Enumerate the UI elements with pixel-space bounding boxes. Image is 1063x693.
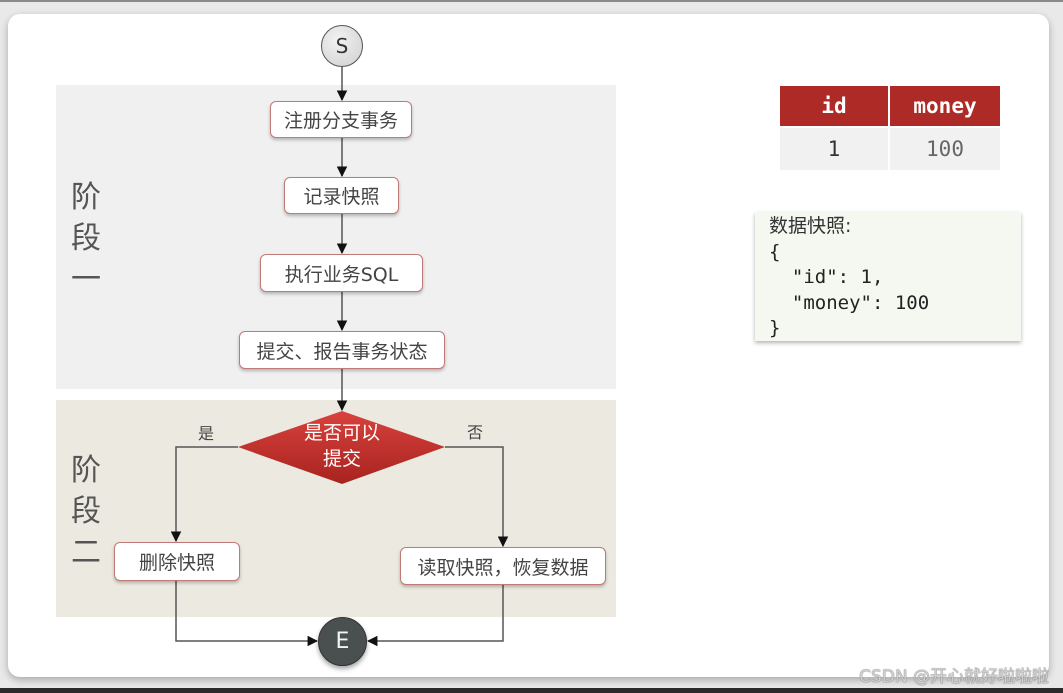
cell-money: 100 <box>890 126 1000 170</box>
node-record-snapshot: 记录快照 <box>284 177 399 214</box>
snapshot-json: { "id": 1, "money": 100 } <box>769 240 930 340</box>
node-commit-report: 提交、报告事务状态 <box>239 331 445 369</box>
snapshot-title: 数据快照: <box>769 215 852 237</box>
table-header-row: id money <box>780 86 1000 126</box>
cell-id: 1 <box>780 126 888 170</box>
start-label: S <box>335 34 349 58</box>
column-header-id: id <box>780 86 888 126</box>
edge-no-branch <box>445 446 509 548</box>
column-header-money: money <box>890 86 1000 126</box>
branch-no-label: 否 <box>467 423 484 442</box>
snapshot-box: 数据快照: { "id": 1, "money": 100 } <box>755 212 1021 341</box>
end-node: E <box>318 617 367 666</box>
node-register-branch: 注册分支事务 <box>270 101 412 138</box>
edge-yes-branch <box>170 446 238 543</box>
table-row: 1 100 <box>780 126 1000 170</box>
end-label: E <box>335 629 350 654</box>
node-restore-data: 读取快照，恢复数据 <box>400 547 606 585</box>
start-node: S <box>321 25 363 67</box>
account-table: id money 1 100 <box>778 86 1002 170</box>
node-delete-snapshot: 删除快照 <box>114 542 240 581</box>
branch-yes-label: 是 <box>198 424 215 443</box>
decision-label: 是否可以 提交 <box>303 422 380 470</box>
node-execute-sql: 执行业务SQL <box>260 254 423 292</box>
window-bottom-bar <box>0 688 1063 693</box>
edge-restore-to-end <box>366 585 504 647</box>
watermark: CSDN @开心就好啦啦啦 <box>859 667 1049 687</box>
edge-delete-to-end <box>175 581 319 647</box>
